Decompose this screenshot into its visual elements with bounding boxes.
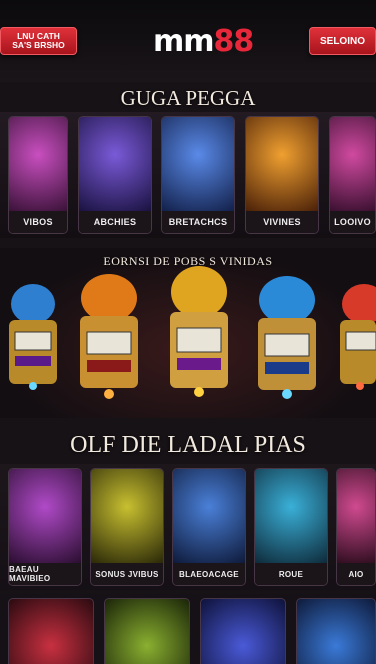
- slot-machine-image: [255, 469, 327, 563]
- game-card[interactable]: BLAEOACAGE: [172, 468, 246, 586]
- game-card[interactable]: VIBOS: [8, 116, 68, 234]
- game-card[interactable]: AIO: [336, 468, 376, 586]
- slot-machine-image: [337, 469, 375, 563]
- slot-machine-image: [9, 469, 81, 563]
- game-label: SONUS JVIBUS: [91, 563, 163, 585]
- game-row-3: BAEAU MAVIBIEO SONUS JVIBUS BLAEOACAGE R…: [0, 464, 376, 590]
- featured-slot-machine[interactable]: [334, 282, 376, 394]
- game-label: BRETACHCS: [162, 211, 234, 233]
- game-card[interactable]: SONUS JVIBUS: [90, 468, 164, 586]
- game-label: VIBOS: [9, 211, 67, 233]
- slot-machine-image: [246, 117, 318, 211]
- game-label: BLAEOACAGE: [173, 563, 245, 585]
- game-label: VIVINES: [246, 211, 318, 233]
- featured-slot-machine[interactable]: [2, 282, 64, 394]
- featured-slot-machine[interactable]: [74, 270, 144, 400]
- game-card[interactable]: [296, 598, 376, 664]
- game-card[interactable]: BAEAU MAVIBIEO: [8, 468, 82, 586]
- logo-number: 88: [213, 24, 255, 59]
- game-card[interactable]: VIVINES: [245, 116, 319, 234]
- slot-machine-image: [91, 469, 163, 563]
- slot-machine-image: [9, 117, 67, 211]
- featured-slot-machine[interactable]: [252, 272, 322, 400]
- section-title-bottom: OLF DIE LADAL PIAS: [70, 432, 306, 458]
- game-label: BAEAU MAVIBIEO: [9, 563, 81, 585]
- slot-machine-image: [173, 469, 245, 563]
- logo-text: mm: [153, 24, 215, 59]
- logo[interactable]: mm88: [153, 24, 255, 59]
- slot-machine-image: [162, 117, 234, 211]
- slot-machine-image: [79, 117, 151, 211]
- section-title-top: GUGA PEGGA: [120, 86, 256, 110]
- game-label: ABCHIES: [79, 211, 151, 233]
- game-row-1: VIBOS ABCHIES BRETACHCS VIVINES LOOIVO: [0, 112, 376, 238]
- header-left-button[interactable]: LNU CATH SA'S BRSHO: [0, 27, 77, 55]
- header: LNU CATH SA'S BRSHO mm88 SELOINO: [0, 0, 376, 82]
- game-card[interactable]: ABCHIES: [78, 116, 152, 234]
- game-label: ROUE: [255, 563, 327, 585]
- game-card[interactable]: ROUE: [254, 468, 328, 586]
- header-right-button[interactable]: SELOINO: [309, 27, 376, 55]
- game-card[interactable]: [8, 598, 94, 664]
- game-label: AIO: [337, 563, 375, 585]
- game-row-4: [0, 594, 376, 664]
- featured-slot-machine[interactable]: [166, 262, 232, 398]
- game-card[interactable]: [200, 598, 286, 664]
- game-card[interactable]: BRETACHCS: [161, 116, 235, 234]
- slot-machine-image: [330, 117, 375, 211]
- game-label: LOOIVO: [330, 211, 375, 233]
- game-card[interactable]: LOOIVO: [329, 116, 376, 234]
- game-card[interactable]: [104, 598, 190, 664]
- page: LNU CATH SA'S BRSHO mm88 SELOINO GUGA PE…: [0, 0, 376, 664]
